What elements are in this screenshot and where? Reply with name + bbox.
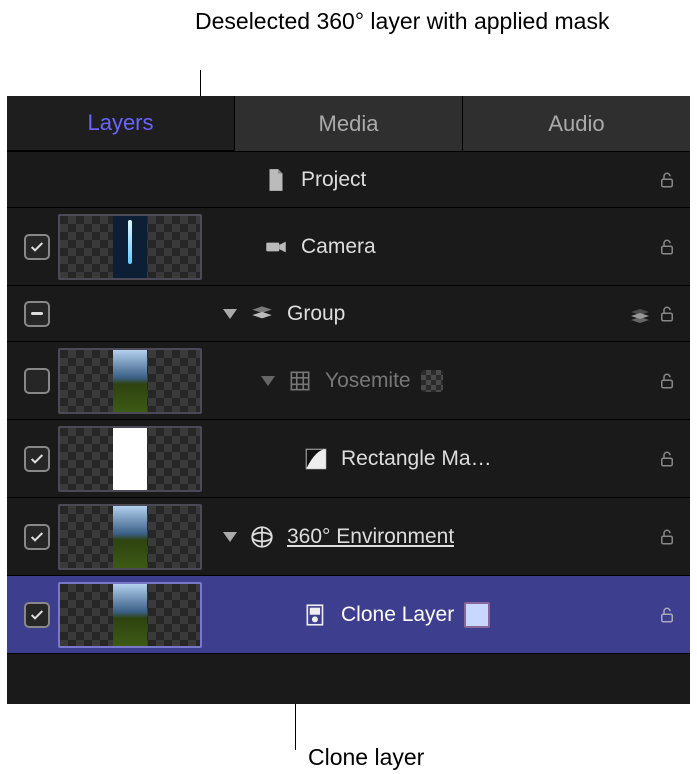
lock-icon[interactable]	[658, 450, 676, 468]
checkbox-group[interactable]	[24, 301, 50, 327]
group-label: Group	[287, 302, 345, 326]
lock-icon[interactable]	[658, 238, 676, 256]
row-camera[interactable]: Camera	[7, 208, 690, 286]
mask-icon	[301, 446, 331, 472]
lock-icon[interactable]	[658, 372, 676, 390]
thumbnail-mask[interactable]	[58, 426, 202, 492]
project-icon	[261, 167, 291, 193]
checkbox-mask[interactable]	[24, 446, 50, 472]
row-clone-layer[interactable]: Clone Layer	[7, 576, 690, 654]
camera-icon	[261, 234, 291, 260]
mask-label: Rectangle Ma…	[341, 447, 492, 471]
alpha-indicator-icon	[421, 370, 443, 392]
film-icon	[285, 368, 315, 394]
lock-icon[interactable]	[658, 171, 676, 189]
disclosure-yosemite[interactable]	[261, 376, 275, 386]
tab-audio[interactable]: Audio	[463, 96, 690, 152]
tab-layers[interactable]: Layers	[7, 96, 235, 152]
row-rectangle-mask[interactable]: Rectangle Ma…	[7, 420, 690, 498]
annotation-top: Deselected 360° layer with applied mask	[195, 6, 609, 37]
env360-icon	[247, 524, 277, 550]
camera-label: Camera	[301, 235, 376, 259]
thumbnail-clone[interactable]	[58, 582, 202, 648]
lock-icon[interactable]	[658, 305, 676, 323]
annotation-bottom: Clone layer	[308, 742, 424, 773]
thumbnail-yosemite[interactable]	[58, 348, 202, 414]
thumbnail-camera[interactable]	[58, 214, 202, 280]
tab-media[interactable]: Media	[235, 96, 463, 152]
disclosure-env[interactable]	[223, 532, 237, 542]
thumbnail-env[interactable]	[58, 504, 202, 570]
disclosure-group[interactable]	[223, 309, 237, 319]
checkbox-env[interactable]	[24, 524, 50, 550]
row-360-environment[interactable]: 360° Environment	[7, 498, 690, 576]
env360-label: 360° Environment	[287, 525, 454, 549]
row-project[interactable]: Project	[7, 152, 690, 208]
group-icon	[247, 301, 277, 327]
yosemite-label: Yosemite	[325, 369, 411, 393]
checkbox-camera[interactable]	[24, 234, 50, 260]
project-label: Project	[301, 168, 366, 192]
lock-icon[interactable]	[658, 528, 676, 546]
lock-icon[interactable]	[658, 606, 676, 624]
tab-bar: Layers Media Audio	[7, 96, 690, 152]
layers-panel: Layers Media Audio Project	[7, 96, 690, 704]
row-group[interactable]: Group	[7, 286, 690, 342]
checkbox-yosemite[interactable]	[24, 368, 50, 394]
checkbox-clone[interactable]	[24, 602, 50, 628]
clone-badge-icon	[464, 602, 490, 628]
layers-stack-icon[interactable]	[628, 303, 652, 325]
clone-label: Clone Layer	[341, 603, 454, 627]
row-yosemite[interactable]: Yosemite	[7, 342, 690, 420]
clone-icon	[301, 602, 331, 628]
